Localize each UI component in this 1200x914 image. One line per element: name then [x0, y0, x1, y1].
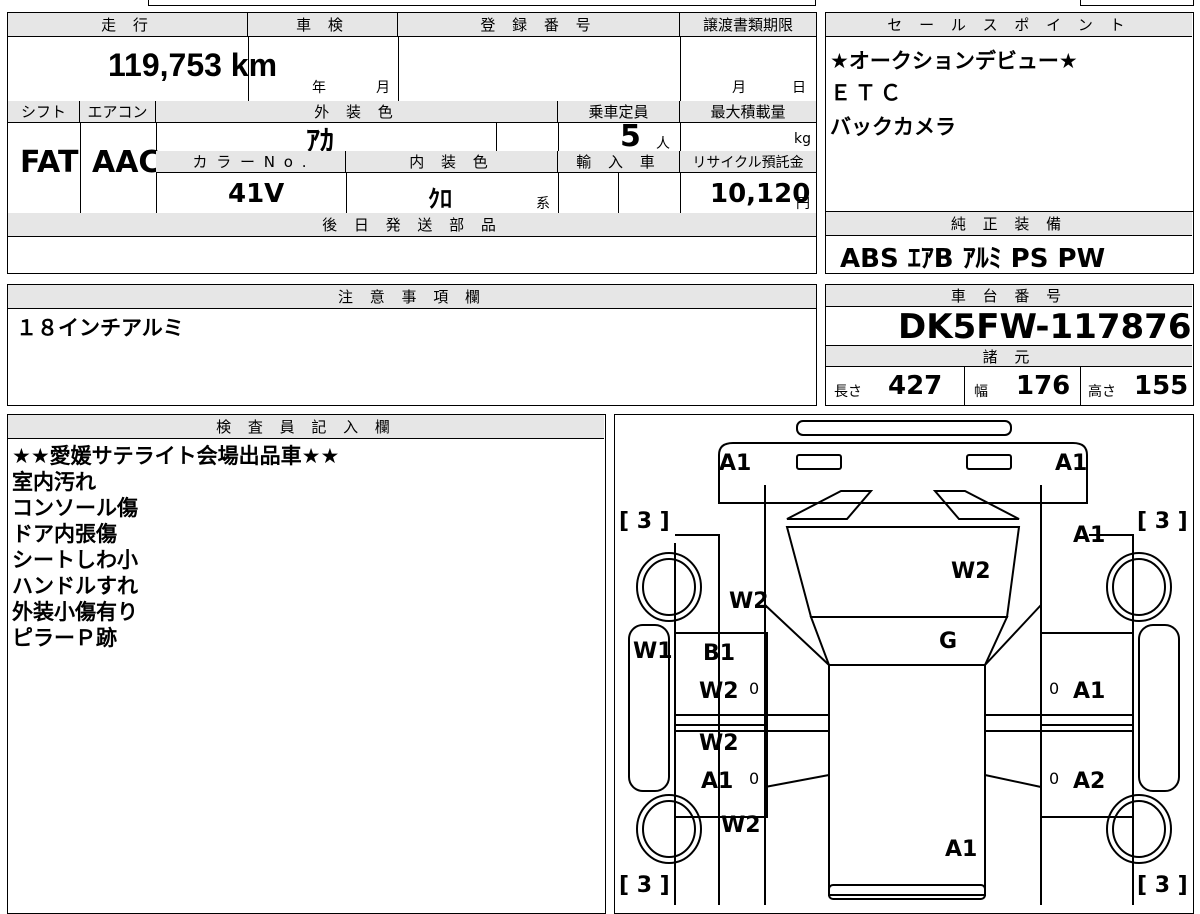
mark-quarter-left: W2	[721, 813, 761, 838]
width-value: 176	[1016, 371, 1071, 401]
chassis-number: DK5FW-117876	[898, 307, 1192, 347]
transfer-header: 譲渡書類期限	[680, 13, 816, 37]
sales-point-line: バックカメラ	[830, 115, 956, 139]
mark-bumper-front-right: [ 3 ]	[1137, 509, 1188, 534]
mark-door-fl-1: B1	[703, 641, 736, 666]
transfer-month-unit: 月	[732, 80, 746, 96]
inspector-header: 検 査 員 記 入 欄	[8, 415, 604, 439]
ac-value: AAC	[92, 145, 161, 180]
import-header: 輸 入 車	[558, 151, 680, 173]
height-value: 155	[1134, 371, 1189, 401]
mark-hood: W2	[951, 559, 991, 584]
sales-point-line: ★オークションデビュー★	[830, 49, 1078, 73]
shift-header: シフト	[8, 101, 80, 123]
mark-roof-rear: A1	[945, 837, 978, 862]
inspection-header: 車 検	[248, 13, 398, 37]
mark-fender-right: A1	[1073, 523, 1106, 548]
notes-value: １８インチアルミ	[16, 316, 184, 340]
interior-value: ｸﾛ	[428, 185, 452, 213]
mark-door-rl-2: A1	[701, 769, 734, 794]
inspector-panel: 検 査 員 記 入 欄 ★★愛媛サテライト会場出品車★★ 室内汚れ コンソール傷…	[7, 414, 606, 914]
mark-pillar-left: W1	[633, 639, 673, 664]
inspector-line: 室内汚れ	[12, 470, 96, 494]
mark-bumper-rear-right: [ 3 ]	[1137, 873, 1188, 898]
inspector-line: シートしわ小	[12, 548, 138, 572]
equipment-header: 純 正 装 備	[826, 212, 1192, 236]
width-label: 幅	[974, 384, 988, 400]
inspector-notes: ★★愛媛サテライト会場出品車★★ 室内汚れ コンソール傷 ドア内張傷 シートしわ…	[12, 443, 339, 651]
mark-zero: 0	[749, 769, 760, 788]
notes-panel: 注 意 事 項 欄 １８インチアルミ	[7, 284, 817, 406]
colorno-value: 41V	[228, 179, 285, 209]
sales-point-line: ＥＴＣ	[830, 81, 905, 105]
capacity-unit: 人	[656, 136, 670, 152]
mileage-value: 119,753 km	[108, 47, 278, 83]
equipment-value: ABS ｴｱB ｱﾙﾐ PS PW	[840, 244, 1106, 274]
inspection-year-unit: 年	[312, 80, 326, 96]
ac-header: エアコン	[80, 101, 156, 123]
mark-door-fr: A1	[1073, 679, 1106, 704]
equipment-panel: 純 正 装 備 ABS ｴｱB ｱﾙﾐ PS PW	[825, 212, 1194, 274]
mark-door-rr: A2	[1073, 769, 1106, 794]
load-unit: kg	[794, 131, 811, 147]
mark-front-left: A1	[719, 451, 752, 476]
mark-door-rl-1: W2	[699, 731, 739, 756]
mark-bumper-rear-left: [ 3 ]	[619, 873, 670, 898]
sales-points-header: セ ー ル ス ポ イ ン ト	[826, 13, 1192, 37]
mark-front-right: A1	[1055, 451, 1088, 476]
inspector-line: ハンドルすれ	[12, 574, 138, 598]
mark-fender-left: W2	[729, 589, 769, 614]
notes-header: 注 意 事 項 欄	[8, 285, 816, 309]
mark-zero: 0	[1049, 679, 1060, 698]
colorno-header: カ ラ ー N o .	[156, 151, 346, 173]
transfer-day-unit: 日	[792, 80, 806, 96]
registration-header: 登 録 番 号	[398, 13, 680, 37]
mark-bumper-front-left: [ 3 ]	[619, 509, 670, 534]
recycle-header: リサイクル預託金	[680, 151, 816, 173]
inspection-month-unit: 月	[376, 80, 390, 96]
damage-diagram-panel: A1 A1 [ 3 ] [ 3 ] A1 W2 W2 G W1 B1 W2 0 …	[614, 414, 1194, 914]
height-label: 高さ	[1088, 384, 1116, 400]
dimensions-header: 諸 元	[826, 345, 1192, 367]
inspector-line: ピラーＰ跡	[12, 626, 117, 650]
shift-value: FAT	[20, 145, 79, 180]
color-header: 外 装 色	[156, 101, 558, 123]
chassis-header: 車 台 番 号	[826, 285, 1192, 307]
mark-door-fl-2: W2	[699, 679, 739, 704]
interior-unit: 系	[536, 196, 550, 212]
load-header: 最大積載量	[680, 101, 816, 123]
spec-table: 走 行 車 検 登 録 番 号 譲渡書類期限 119,753 km 年 月 月 …	[7, 12, 817, 274]
inspector-line: 外装小傷有り	[12, 600, 138, 624]
top-strip-left	[148, 0, 816, 6]
recycle-unit: 円	[796, 196, 810, 212]
top-strip-right	[1080, 0, 1194, 6]
interior-header: 内 装 色	[346, 151, 558, 173]
capacity-header: 乗車定員	[558, 101, 680, 123]
length-value: 427	[888, 371, 943, 401]
inspector-line: ★★愛媛サテライト会場出品車★★	[12, 444, 340, 468]
length-label: 長さ	[834, 384, 862, 400]
sales-points-panel: セ ー ル ス ポ イ ン ト ★オークションデビュー★ ＥＴＣ バックカメラ	[825, 12, 1194, 212]
mark-zero: 0	[749, 679, 760, 698]
capacity-value: 5	[620, 119, 641, 154]
inspector-line: コンソール傷	[12, 496, 138, 520]
later-parts-header: 後 日 発 送 部 品	[8, 213, 816, 237]
car-body-diagram	[628, 420, 1180, 905]
mark-zero: 0	[1049, 769, 1060, 788]
mark-windshield: G	[939, 629, 958, 654]
chassis-panel: 車 台 番 号 DK5FW-117876 諸 元 長さ 427 幅 176 高さ…	[825, 284, 1194, 406]
inspector-line: ドア内張傷	[12, 522, 117, 546]
mileage-header: 走 行	[8, 13, 248, 37]
